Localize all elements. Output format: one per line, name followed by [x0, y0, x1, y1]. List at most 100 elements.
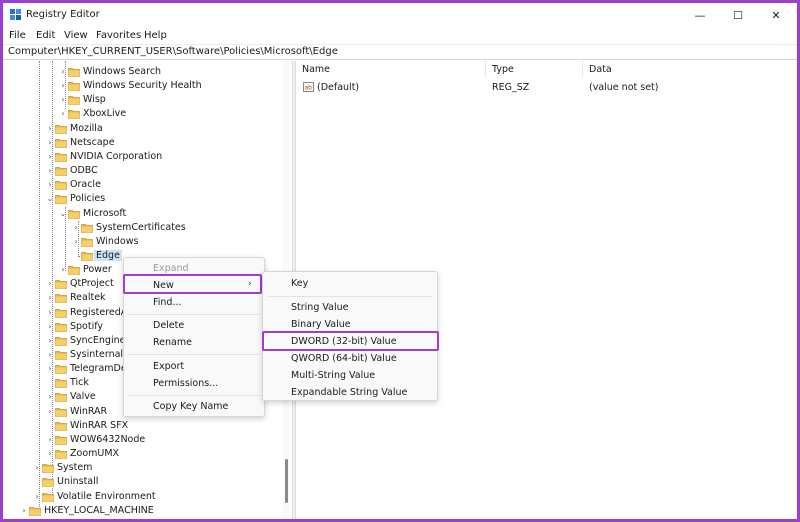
- folder-icon: [55, 194, 67, 205]
- close-button[interactable]: ✕: [757, 3, 795, 28]
- chevron-right-icon[interactable]: ›: [46, 291, 54, 305]
- folder-icon: [55, 378, 67, 389]
- tree-node[interactable]: › Windows Security Health: [3, 79, 285, 93]
- highlight-new: [123, 274, 262, 294]
- tree-node[interactable]: › ZoomUMX: [3, 447, 285, 461]
- chevron-right-icon[interactable]: ›: [20, 504, 28, 518]
- menu-favorites[interactable]: Favorites: [96, 30, 141, 41]
- chevron-right-icon[interactable]: ›: [46, 320, 54, 334]
- chevron-down-icon[interactable]: ⌄: [59, 207, 67, 221]
- chevron-right-icon[interactable]: ›: [59, 107, 67, 121]
- value-name: (Default): [317, 82, 360, 93]
- chevron-right-icon[interactable]: ›: [46, 150, 54, 164]
- tree-node[interactable]: › Volatile Environment: [3, 490, 285, 504]
- tree-node[interactable]: › Mozilla: [3, 122, 285, 136]
- chevron-right-icon[interactable]: ›: [33, 461, 41, 475]
- ctx-copy-key-name[interactable]: Copy Key Name: [124, 399, 264, 415]
- tree-node[interactable]: › Wisp: [3, 93, 285, 107]
- tree-node[interactable]: › Oracle: [3, 178, 285, 192]
- chevron-right-icon[interactable]: ›: [46, 348, 54, 362]
- column-header-type[interactable]: Type: [486, 61, 583, 77]
- ctx-permissions[interactable]: Permissions...: [124, 376, 264, 392]
- chevron-right-icon[interactable]: ›: [46, 136, 54, 150]
- column-header-name[interactable]: Name: [296, 61, 486, 77]
- sub-qword-value[interactable]: QWORD (64-bit) Value: [263, 351, 437, 367]
- tree-scrollbar-thumb[interactable]: [285, 459, 288, 503]
- chevron-right-icon[interactable]: ›: [46, 277, 54, 291]
- chevron-right-icon[interactable]: ›: [59, 93, 67, 107]
- chevron-right-icon[interactable]: ›: [46, 164, 54, 178]
- chevron-right-icon[interactable]: ›: [59, 65, 67, 79]
- chevron-right-icon[interactable]: ›: [46, 122, 54, 136]
- tree-node[interactable]: › System: [3, 461, 285, 475]
- folder-icon: [55, 180, 67, 191]
- tree-node[interactable]: › HKEY_LOCAL_MACHINE: [3, 504, 285, 518]
- tree-node-label: Windows Search: [83, 66, 162, 77]
- chevron-right-icon[interactable]: ›: [72, 235, 80, 249]
- address-bar[interactable]: Computer\HKEY_CURRENT_USER\Software\Poli…: [3, 44, 797, 60]
- tree-node[interactable]: ⌄ Microsoft: [3, 207, 285, 221]
- tree-node-label: Wisp: [83, 94, 106, 106]
- tree-node-label: WinRAR SFX: [70, 419, 129, 431]
- tree-node[interactable]: › ODBC: [3, 164, 285, 178]
- chevron-right-icon[interactable]: ›: [59, 79, 67, 93]
- sub-key[interactable]: Key: [263, 276, 437, 292]
- tree-node[interactable]: › WOW6432Node: [3, 433, 285, 447]
- column-header-data[interactable]: Data: [583, 61, 797, 77]
- folder-icon: [55, 293, 67, 304]
- menu-edit[interactable]: Edit: [36, 30, 55, 41]
- chevron-right-icon[interactable]: ›: [46, 405, 54, 419]
- menu-file[interactable]: File: [9, 30, 26, 41]
- chevron-right-icon[interactable]: ›: [46, 306, 54, 320]
- tree-node[interactable]: ⌄ Policies: [3, 192, 285, 206]
- chevron-right-icon[interactable]: ›: [46, 178, 54, 192]
- tree-node-label: Uninstall: [57, 476, 99, 488]
- ctx-delete-label: Delete: [153, 320, 185, 331]
- tree-node-label: SystemCertificates: [96, 221, 186, 233]
- chevron-right-icon[interactable]: ›: [46, 334, 54, 348]
- tree-node-label: Valve: [70, 391, 96, 403]
- chevron-right-icon[interactable]: ›: [72, 221, 80, 235]
- sub-string-value-label: String Value: [291, 302, 349, 313]
- ctx-copy-key-name-label: Copy Key Name: [153, 401, 229, 412]
- sub-expandable-string-value[interactable]: Expandable String Value: [263, 385, 437, 401]
- chevron-right-icon[interactable]: ›: [46, 447, 54, 461]
- tree-node[interactable]: › NVIDIA Corporation: [3, 150, 285, 164]
- tree-node[interactable]: › Windows Search: [3, 65, 285, 79]
- tree-node[interactable]: › SystemCertificates: [3, 221, 285, 235]
- chevron-right-icon[interactable]: ›: [46, 390, 54, 404]
- tree-node[interactable]: › Netscape: [3, 136, 285, 150]
- ctx-rename[interactable]: Rename: [124, 335, 264, 351]
- ctx-find[interactable]: Find...: [124, 295, 264, 311]
- value-data: (value not set): [589, 82, 659, 93]
- tree-node-label: ODBC: [70, 165, 98, 177]
- chevron-right-icon[interactable]: ›: [46, 362, 54, 376]
- chevron-right-icon[interactable]: ›: [33, 490, 41, 504]
- tree-node-label: Sysinternals: [70, 349, 129, 360]
- sub-string-value[interactable]: String Value: [263, 300, 437, 316]
- menu-view[interactable]: View: [64, 30, 88, 41]
- chevron-down-icon[interactable]: ⌄: [46, 192, 54, 206]
- value-row[interactable]: ab (Default) REG_SZ (value not set): [296, 81, 797, 95]
- sub-multi-string-value[interactable]: Multi-String Value: [263, 368, 437, 384]
- tree-node[interactable]: › Windows: [3, 235, 285, 249]
- tree-node-label: XboxLive: [83, 108, 127, 120]
- folder-icon: [55, 124, 67, 134]
- tree-node-label: Policies: [70, 193, 106, 205]
- registry-editor-window: Registry Editor — ☐ ✕ File Edit View Fav…: [3, 3, 797, 519]
- ctx-export[interactable]: Export: [124, 359, 264, 375]
- minimize-button[interactable]: —: [681, 3, 719, 28]
- tree-node[interactable]: WinRAR SFX: [3, 419, 285, 433]
- ctx-delete[interactable]: Delete: [124, 318, 264, 334]
- highlight-dword: [262, 331, 439, 351]
- maximize-button[interactable]: ☐: [719, 3, 757, 28]
- sub-expandable-string-value-label: Expandable String Value: [291, 387, 408, 398]
- string-value-icon: ab: [303, 82, 314, 92]
- chevron-right-icon[interactable]: ›: [59, 263, 67, 277]
- menu-help[interactable]: Help: [144, 30, 167, 41]
- chevron-right-icon[interactable]: ›: [46, 433, 54, 447]
- tree-node[interactable]: › XboxLive: [3, 107, 285, 121]
- tree-node[interactable]: Uninstall: [3, 475, 285, 489]
- folder-icon: [29, 506, 41, 516]
- tree-node-label: RegisteredA: [70, 306, 128, 318]
